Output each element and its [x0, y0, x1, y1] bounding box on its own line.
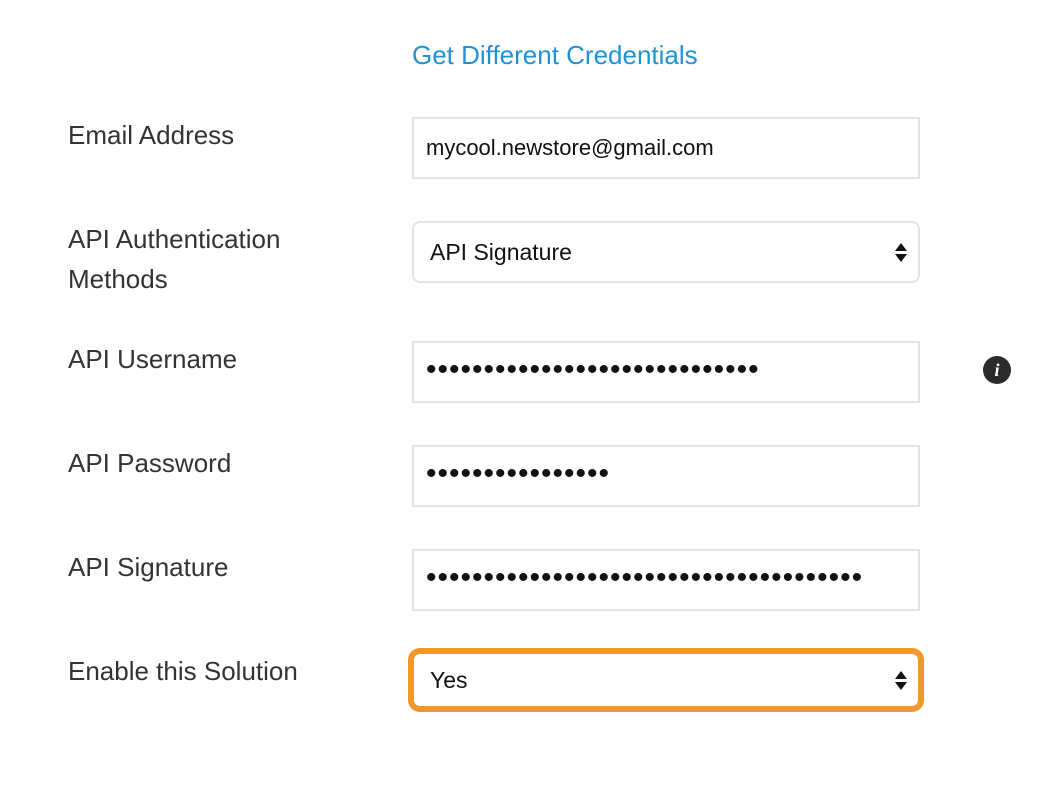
api-signature-label: API Signature: [68, 552, 229, 582]
enable-solution-selected: Yes: [430, 666, 468, 693]
api-password-field[interactable]: ••••••••••••••••: [412, 445, 920, 507]
enable-solution-label: Enable this Solution: [68, 656, 298, 686]
api-username-value: •••••••••••••••••••••••••••••: [426, 355, 760, 385]
get-different-credentials-link[interactable]: Get Different Credentials: [412, 38, 698, 72]
select-arrows-icon: [894, 670, 908, 690]
api-password-label: API Password: [68, 448, 232, 478]
api-signature-value: ••••••••••••••••••••••••••••••••••••••: [426, 563, 864, 593]
email-address-label: Email Address: [68, 120, 235, 150]
email-field[interactable]: mycool.newstore@gmail.com: [412, 117, 920, 179]
api-username-field[interactable]: •••••••••••••••••••••••••••••: [412, 341, 920, 403]
api-auth-methods-selected: API Signature: [430, 238, 572, 265]
api-auth-methods-label: API Authentication Methods: [68, 224, 281, 294]
select-arrows-icon: [894, 242, 908, 262]
api-password-value: ••••••••••••••••: [426, 459, 611, 489]
api-signature-field[interactable]: ••••••••••••••••••••••••••••••••••••••: [412, 549, 920, 611]
email-value: mycool.newstore@gmail.com: [426, 135, 714, 160]
info-icon[interactable]: i: [983, 356, 1011, 384]
api-username-label: API Username: [68, 344, 238, 374]
enable-solution-select[interactable]: Yes: [408, 648, 924, 712]
api-auth-methods-select[interactable]: API Signature: [412, 221, 920, 283]
